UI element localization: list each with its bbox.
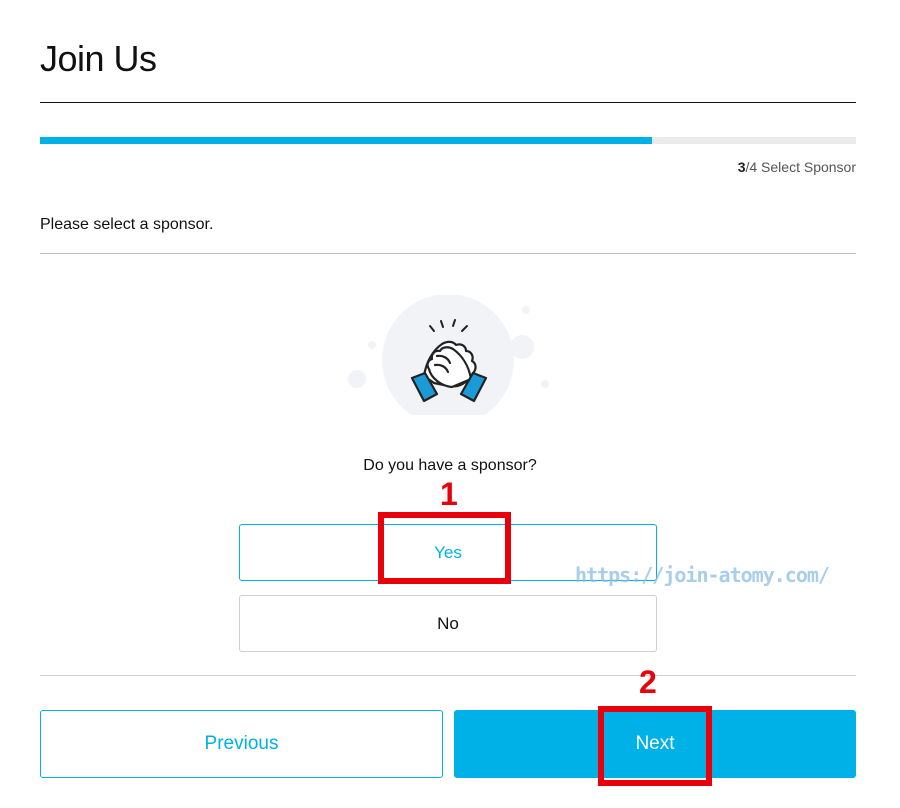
page-title: Join Us bbox=[40, 38, 157, 79]
handshake-icon bbox=[348, 295, 549, 415]
progress-bar bbox=[40, 137, 856, 144]
option-no-button[interactable]: No bbox=[239, 595, 657, 652]
previous-button[interactable]: Previous bbox=[40, 710, 443, 778]
instruction-divider bbox=[40, 253, 856, 254]
instruction-text: Please select a sponsor. bbox=[40, 216, 214, 233]
annotation-marker-1: 1 bbox=[440, 476, 458, 512]
sponsor-question: Do you have a sponsor? bbox=[363, 457, 537, 474]
progress-bar-fill bbox=[40, 137, 652, 144]
next-button[interactable]: Next bbox=[454, 710, 856, 778]
watermark-url: https://join-atomy.com/ bbox=[575, 563, 830, 587]
title-divider bbox=[40, 102, 856, 103]
footer-divider bbox=[40, 675, 856, 676]
step-suffix: /4 Select Sponsor bbox=[745, 159, 856, 175]
step-indicator: 3/4 Select Sponsor bbox=[738, 159, 856, 175]
annotation-marker-2: 2 bbox=[639, 664, 657, 700]
